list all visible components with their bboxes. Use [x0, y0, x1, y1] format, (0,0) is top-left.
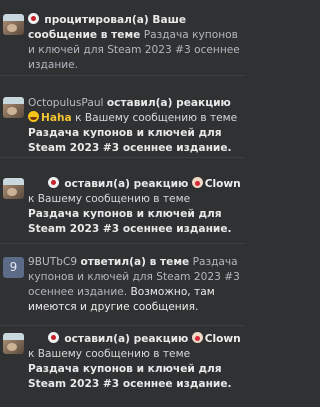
- reaction-label: Clown: [204, 178, 241, 190]
- action-text: оставил(а) реакцию: [64, 333, 189, 345]
- notification-item[interactable]: процитировал(а) Ваше сообщение в теме Ра…: [0, 0, 245, 76]
- avatar[interactable]: [3, 333, 24, 354]
- user-link[interactable]: 9BUTbC9: [28, 256, 77, 268]
- user-badge-icon: [48, 177, 59, 188]
- notification-list: процитировал(а) Ваше сообщение в теме Ра…: [0, 0, 245, 407]
- target-text: к Вашему сообщению в теме: [75, 112, 238, 124]
- avatar[interactable]: [3, 178, 24, 199]
- avatar[interactable]: [3, 14, 24, 35]
- haha-emoji-icon: [28, 111, 39, 122]
- notification-item[interactable]: оставил(а) реакцию Clown к Вашему сообще…: [0, 158, 245, 244]
- reaction-label: Haha: [41, 112, 72, 124]
- reaction-label: Clown: [204, 333, 241, 345]
- notification-text: оставил(а) реакцию Clown к Вашему сообще…: [28, 332, 242, 392]
- thread-link[interactable]: Раздача купонов и ключей для Steam 2023 …: [28, 208, 232, 235]
- notification-text: OctopulusPaul оставил(а) реакцию Haha к …: [28, 96, 242, 156]
- avatar[interactable]: 9: [3, 257, 24, 278]
- notification-item[interactable]: 9 9BUTbC9 ответил(а) в теме Раздача купо…: [0, 244, 245, 326]
- user-badge-icon: [28, 13, 39, 24]
- action-text[interactable]: ответил(а) в теме: [80, 256, 189, 268]
- thread-link[interactable]: Раздача купонов и ключей для Steam 2023 …: [28, 127, 232, 154]
- clown-emoji-icon: [191, 177, 203, 188]
- avatar[interactable]: [3, 97, 24, 118]
- user-link[interactable]: OctopulusPaul: [28, 97, 103, 109]
- notification-text: процитировал(а) Ваше сообщение в теме Ра…: [28, 13, 242, 73]
- action-text: оставил(а) реакцию: [64, 178, 189, 190]
- action-text: оставил(а) реакцию: [106, 97, 231, 109]
- notification-text: 9BUTbC9 ответил(а) в теме Раздача купоно…: [28, 255, 242, 315]
- notification-item[interactable]: оставил(а) реакцию Clown к Вашему сообще…: [0, 326, 245, 407]
- clown-emoji-icon: [191, 332, 203, 343]
- notification-item[interactable]: OctopulusPaul оставил(а) реакцию Haha к …: [0, 76, 245, 158]
- notification-text: оставил(а) реакцию Clown к Вашему сообще…: [28, 177, 242, 237]
- user-badge-icon: [48, 332, 59, 343]
- target-text: к Вашему сообщению в теме: [28, 348, 191, 360]
- target-text: к Вашему сообщению в теме: [28, 193, 191, 205]
- thread-link[interactable]: Раздача купонов и ключей для Steam 2023 …: [28, 363, 232, 390]
